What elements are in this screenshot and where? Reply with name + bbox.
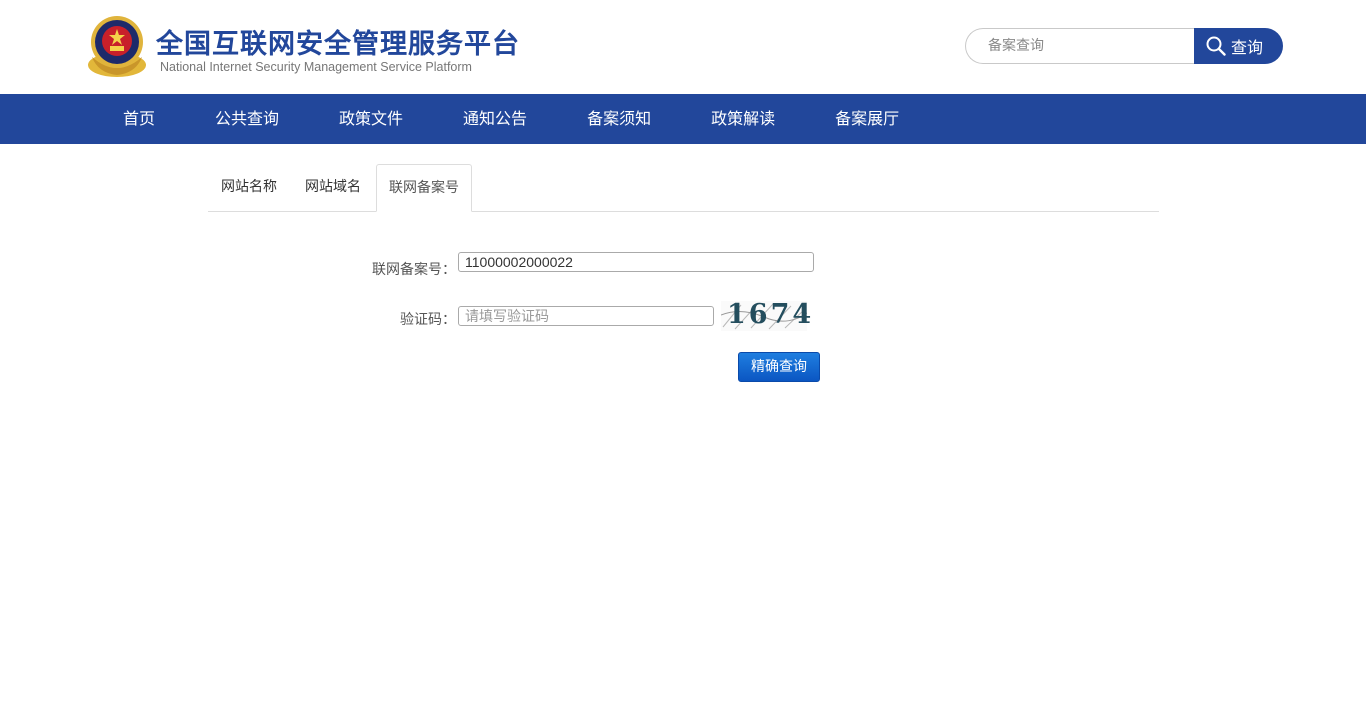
search-icon: [1206, 36, 1226, 56]
record-number-input[interactable]: [458, 252, 814, 272]
nav-item-policy-interpretation[interactable]: 政策解读: [681, 94, 805, 144]
nav-item-policy-files[interactable]: 政策文件: [309, 94, 433, 144]
exact-query-button[interactable]: 精确查询: [738, 352, 820, 382]
captcha-image[interactable]: 1674: [721, 299, 811, 331]
nav-item-filing-gallery[interactable]: 备案展厅: [805, 94, 929, 144]
nav-item-filing-guide[interactable]: 备案须知: [557, 94, 681, 144]
tab-site-name[interactable]: 网站名称: [208, 164, 290, 211]
nav-item-public-query[interactable]: 公共查询: [185, 94, 309, 144]
nav-item-home[interactable]: 首页: [93, 94, 185, 144]
search-input[interactable]: [965, 28, 1194, 64]
site-header: 全国互联网安全管理服务平台 National Internet Security…: [0, 0, 1366, 94]
nav-item-notices[interactable]: 通知公告: [433, 94, 557, 144]
captcha-text: 1674: [727, 299, 815, 330]
query-tabs: 网站名称 网站域名 联网备案号: [208, 164, 1159, 212]
site-subtitle: National Internet Security Management Se…: [160, 60, 472, 74]
tab-site-domain[interactable]: 网站域名: [292, 164, 374, 211]
captcha-label: 验证码：: [400, 312, 456, 328]
site-title: 全国互联网安全管理服务平台: [156, 29, 520, 60]
search-button-label: 查询: [1231, 38, 1264, 57]
captcha-input[interactable]: [458, 306, 714, 326]
police-emblem-icon[interactable]: [86, 13, 148, 79]
header-search: 查询: [965, 28, 1283, 64]
search-button[interactable]: 查询: [1194, 28, 1283, 64]
record-number-label: 联网备案号：: [372, 262, 456, 278]
tab-record-number[interactable]: 联网备案号: [376, 164, 472, 212]
main-nav: 首页 公共查询 政策文件 通知公告 备案须知 政策解读 备案展厅: [0, 94, 1366, 144]
